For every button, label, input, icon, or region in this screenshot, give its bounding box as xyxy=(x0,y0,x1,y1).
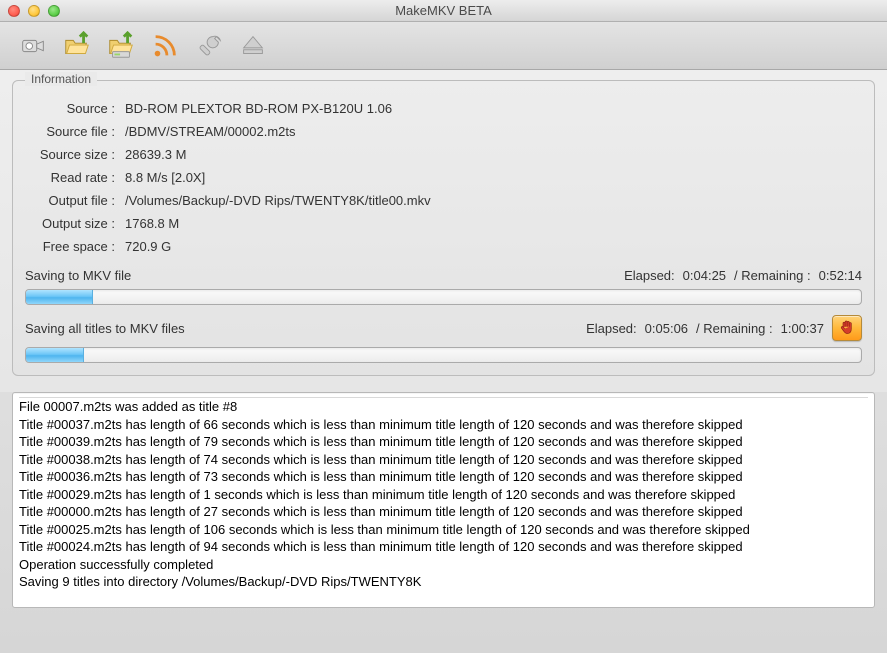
camera-icon[interactable] xyxy=(14,28,52,64)
label-read-rate: Read rate : xyxy=(25,170,121,185)
value-output-size: 1768.8 M xyxy=(121,216,862,231)
info-row-source-file: Source file : /BDMV/STREAM/00002.m2ts xyxy=(25,124,862,139)
information-legend: Information xyxy=(25,72,97,86)
info-row-output-file: Output file : /Volumes/Backup/-DVD Rips/… xyxy=(25,193,862,208)
log-line: Operation successfully completed xyxy=(19,556,868,574)
label-free-space: Free space : xyxy=(25,239,121,254)
log-line: Saving 9 titles into directory /Volumes/… xyxy=(19,573,868,591)
value-read-rate: 8.8 M/s [2.0X] xyxy=(121,170,862,185)
log-line: Title #00036.m2ts has length of 73 secon… xyxy=(19,468,868,486)
progress2-elapsed: 0:05:06 xyxy=(645,321,688,336)
info-row-source: Source : BD-ROM PLEXTOR BD-ROM PX-B120U … xyxy=(25,101,862,116)
stop-button[interactable] xyxy=(832,315,862,341)
open-folder-icon[interactable] xyxy=(58,28,96,64)
info-row-read-rate: Read rate : 8.8 M/s [2.0X] xyxy=(25,170,862,185)
info-row-output-size: Output size : 1768.8 M xyxy=(25,216,862,231)
info-grid: Source : BD-ROM PLEXTOR BD-ROM PX-B120U … xyxy=(25,101,862,254)
label-source-file: Source file : xyxy=(25,124,121,139)
log-line: Title #00000.m2ts has length of 27 secon… xyxy=(19,503,868,521)
log-line: Title #00024.m2ts has length of 94 secon… xyxy=(19,538,868,556)
progress1-fill xyxy=(26,290,93,304)
progress2-elapsed-label: Elapsed: xyxy=(586,321,637,336)
progress1-remaining-label: / Remaining : xyxy=(734,268,811,283)
value-source: BD-ROM PLEXTOR BD-ROM PX-B120U 1.06 xyxy=(121,101,862,116)
progress2-remaining-label: / Remaining : xyxy=(696,321,773,336)
progress1-elapsed: 0:04:25 xyxy=(683,268,726,283)
label-output-size: Output size : xyxy=(25,216,121,231)
log-line: Title #00025.m2ts has length of 106 seco… xyxy=(19,521,868,539)
value-source-size: 28639.3 M xyxy=(121,147,862,162)
progress-section-all: Saving all titles to MKV files Elapsed: … xyxy=(25,315,862,363)
value-source-file: /BDMV/STREAM/00002.m2ts xyxy=(121,124,862,139)
log-line: File 00007.m2ts was added as title #8 xyxy=(19,398,868,416)
information-groupbox: Information Source : BD-ROM PLEXTOR BD-R… xyxy=(12,80,875,376)
stream-icon[interactable] xyxy=(146,28,184,64)
open-disc-icon[interactable] xyxy=(102,28,140,64)
progress-section-file: Saving to MKV file Elapsed: 0:04:25 / Re… xyxy=(25,268,862,305)
info-row-source-size: Source size : 28639.3 M xyxy=(25,147,862,162)
hand-stop-icon xyxy=(839,319,855,337)
close-window-button[interactable] xyxy=(8,5,20,17)
progress2-fill xyxy=(26,348,84,362)
eject-icon[interactable] xyxy=(234,28,272,64)
log-output[interactable]: File 00007.m2ts was added as title #8 Ti… xyxy=(12,392,875,608)
label-source: Source : xyxy=(25,101,121,116)
window-controls xyxy=(8,5,60,17)
progress2-remaining: 1:00:37 xyxy=(781,321,824,336)
minimize-window-button[interactable] xyxy=(28,5,40,17)
log-line: Title #00029.m2ts has length of 1 second… xyxy=(19,486,868,504)
value-output-file: /Volumes/Backup/-DVD Rips/TWENTY8K/title… xyxy=(121,193,862,208)
progress2-title: Saving all titles to MKV files xyxy=(25,321,185,336)
log-line: Title #00039.m2ts has length of 79 secon… xyxy=(19,433,868,451)
info-row-free-space: Free space : 720.9 G xyxy=(25,239,862,254)
window-title: MakeMKV BETA xyxy=(0,3,887,18)
progress1-elapsed-label: Elapsed: xyxy=(624,268,675,283)
zoom-window-button[interactable] xyxy=(48,5,60,17)
progress1-remaining: 0:52:14 xyxy=(819,268,862,283)
progress2-bar xyxy=(25,347,862,363)
log-line: Title #00038.m2ts has length of 74 secon… xyxy=(19,451,868,469)
progress1-title: Saving to MKV file xyxy=(25,268,131,283)
label-output-file: Output file : xyxy=(25,193,121,208)
titlebar: MakeMKV BETA xyxy=(0,0,887,22)
content-area: Information Source : BD-ROM PLEXTOR BD-R… xyxy=(0,70,887,392)
toolbar xyxy=(0,22,887,70)
value-free-space: 720.9 G xyxy=(121,239,862,254)
label-source-size: Source size : xyxy=(25,147,121,162)
progress1-bar xyxy=(25,289,862,305)
wrench-icon[interactable] xyxy=(190,28,228,64)
log-line: Title #00037.m2ts has length of 66 secon… xyxy=(19,416,868,434)
